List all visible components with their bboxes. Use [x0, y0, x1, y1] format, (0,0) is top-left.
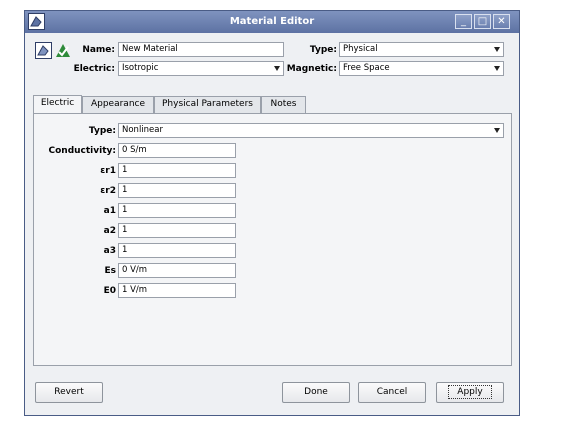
e0-label: E0	[103, 286, 116, 296]
chevron-down-icon	[494, 128, 500, 133]
electric-type-select[interactable]: Nonlinear	[118, 123, 504, 138]
electric-label: Electric:	[73, 64, 115, 74]
type-select-value: Physical	[343, 44, 378, 54]
er1-label: εr1	[100, 166, 116, 176]
e0-input[interactable]: 1 V/m	[118, 283, 236, 298]
window-title: Material Editor	[229, 16, 315, 27]
close-button[interactable]: ✕	[493, 14, 510, 29]
er1-input[interactable]: 1	[118, 163, 236, 178]
er2-input[interactable]: 1	[118, 183, 236, 198]
a1-label: a1	[103, 206, 116, 216]
minimize-button[interactable]: _	[455, 14, 472, 29]
apply-button-label: Apply	[448, 385, 492, 399]
magnetic-select[interactable]: Free Space	[339, 61, 504, 76]
tab-electric[interactable]: Electric	[33, 95, 82, 114]
er2-label: εr2	[100, 186, 116, 196]
chevron-down-icon	[494, 47, 500, 52]
electric-type-label: Type:	[88, 126, 116, 136]
maximize-button[interactable]: □	[474, 14, 491, 29]
material-editor-window: Material Editor _ □ ✕ Name: New Material…	[24, 10, 520, 416]
a3-input[interactable]: 1	[118, 243, 236, 258]
a2-label: a2	[103, 226, 116, 236]
magnetic-select-value: Free Space	[343, 63, 390, 73]
title-bar[interactable]: Material Editor _ □ ✕	[25, 11, 519, 33]
conductivity-input[interactable]: 0 S/m	[118, 143, 236, 158]
es-label: Es	[104, 266, 116, 276]
a1-input[interactable]: 1	[118, 203, 236, 218]
electric-select[interactable]: Isotropic	[118, 61, 284, 76]
done-button[interactable]: Done	[282, 382, 350, 403]
type-select[interactable]: Physical	[339, 42, 504, 57]
type-label: Type:	[309, 45, 337, 55]
chevron-down-icon	[494, 66, 500, 71]
name-input[interactable]: New Material	[118, 42, 284, 57]
es-input[interactable]: 0 V/m	[118, 263, 236, 278]
a3-label: a3	[103, 246, 116, 256]
name-label: Name:	[82, 45, 115, 55]
material-icon[interactable]	[35, 42, 52, 59]
magnetic-label: Magnetic:	[286, 64, 337, 74]
chevron-down-icon	[274, 66, 280, 71]
validate-check-icon[interactable]	[55, 42, 72, 59]
electric-type-select-value: Nonlinear	[122, 125, 163, 135]
revert-button[interactable]: Revert	[35, 382, 103, 403]
a2-input[interactable]: 1	[118, 223, 236, 238]
tab-appearance[interactable]: Appearance	[82, 96, 154, 113]
apply-button[interactable]: Apply	[436, 382, 504, 403]
conductivity-label: Conductivity:	[48, 146, 117, 156]
cancel-button[interactable]: Cancel	[358, 382, 426, 403]
tab-notes[interactable]: Notes	[261, 96, 306, 113]
electric-select-value: Isotropic	[122, 63, 159, 73]
electric-panel: Type: Nonlinear Conductivity: 0 S/m εr1 …	[33, 113, 512, 366]
tab-physical-parameters[interactable]: Physical Parameters	[154, 96, 261, 113]
